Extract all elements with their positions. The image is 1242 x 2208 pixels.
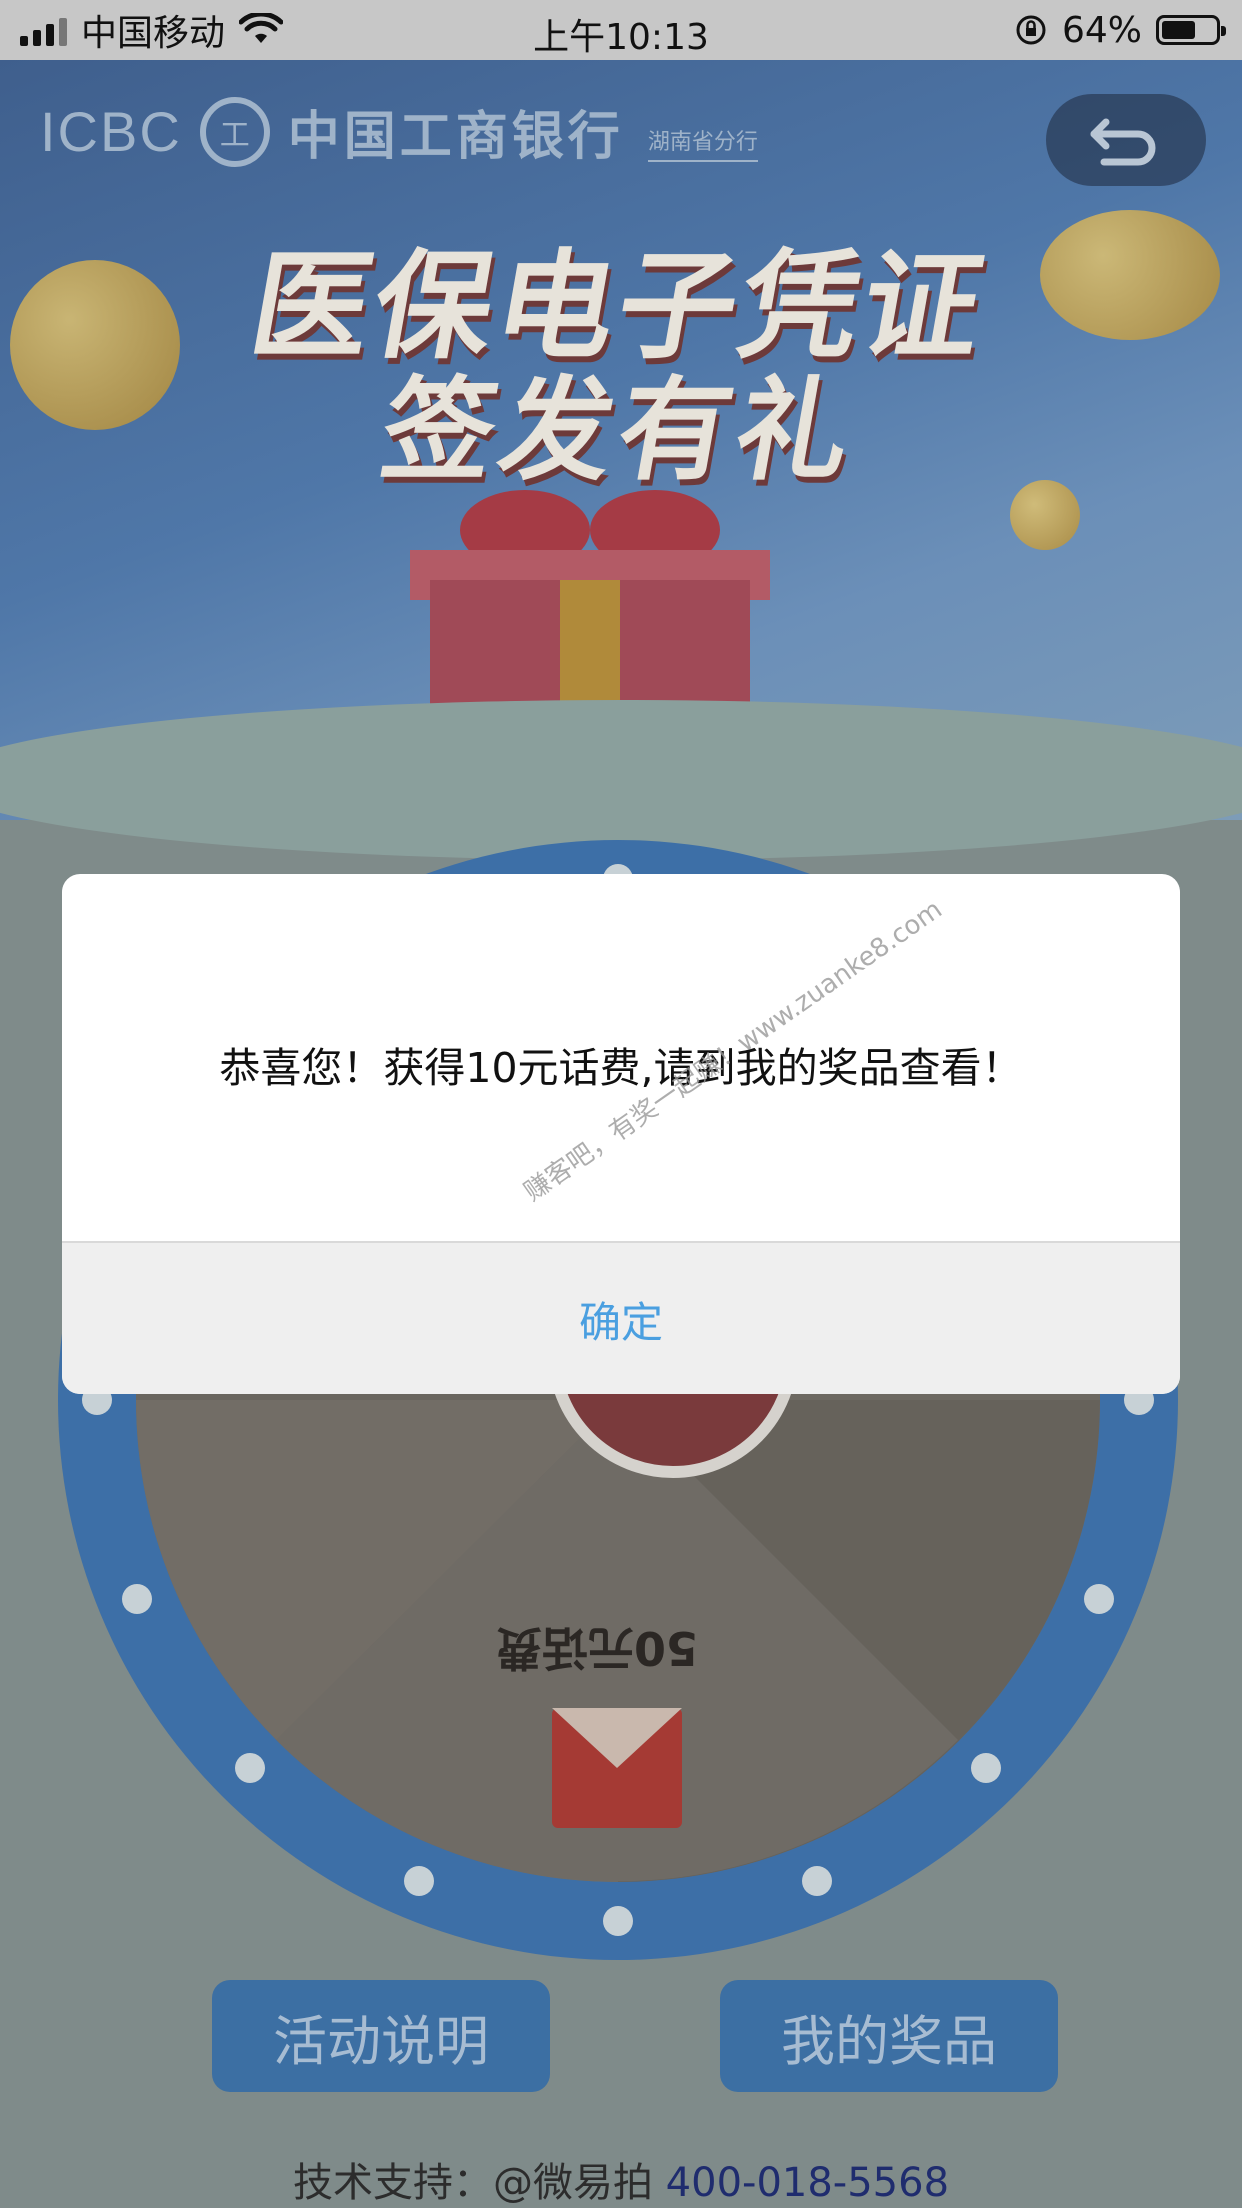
orientation-lock-icon [1016,15,1046,45]
wheel-light [603,1906,633,1936]
wheel-light [1084,1584,1115,1615]
back-arrow-icon [1090,118,1156,166]
footer: 技术支持：@微易拍 400-018-5568 [0,2150,1242,2208]
support-phone[interactable]: 400-018-5568 [666,2160,949,2206]
status-bar: 中国移动 上午10:13 64% [0,0,1242,60]
bank-logo: ICBC 工 中国工商银行 湖南省分行 [40,94,758,169]
status-right: 64% [1014,0,1226,60]
dialog-message: 恭喜您！获得10元话费,请到我的奖品查看！ [219,1044,1023,1092]
banner-title-line2: 签发有礼 [371,365,867,496]
branch-name: 湖南省分行 [647,124,758,162]
wheel-light [403,1866,434,1897]
icbc-emblem-icon: 工 [199,96,270,167]
wheel-light [802,1866,833,1897]
prize-label-50yuan: 50元话费 [496,1621,699,1675]
confirm-button[interactable]: 确定 [62,1241,1180,1394]
battery-icon [1156,15,1226,45]
prize-envelope-icon [552,1708,682,1828]
wheel-light [234,1753,265,1784]
my-prizes-button[interactable]: 我的奖品 [720,1980,1058,2092]
support-label: 技术支持：@微易拍 [292,2160,653,2206]
bank-name: 中国工商银行 [287,107,624,167]
battery-percent: 64% [1061,9,1142,51]
wheel-light [121,1584,152,1615]
banner-wave [0,700,1242,860]
back-button[interactable] [1046,94,1206,186]
rules-button[interactable]: 活动说明 [212,1980,550,2092]
prize-dialog: 恭喜您！获得10元话费,请到我的奖品查看！ 赚客吧，有奖一起赚！www.zuan… [62,874,1180,1394]
icbc-brand: ICBC [40,100,182,163]
